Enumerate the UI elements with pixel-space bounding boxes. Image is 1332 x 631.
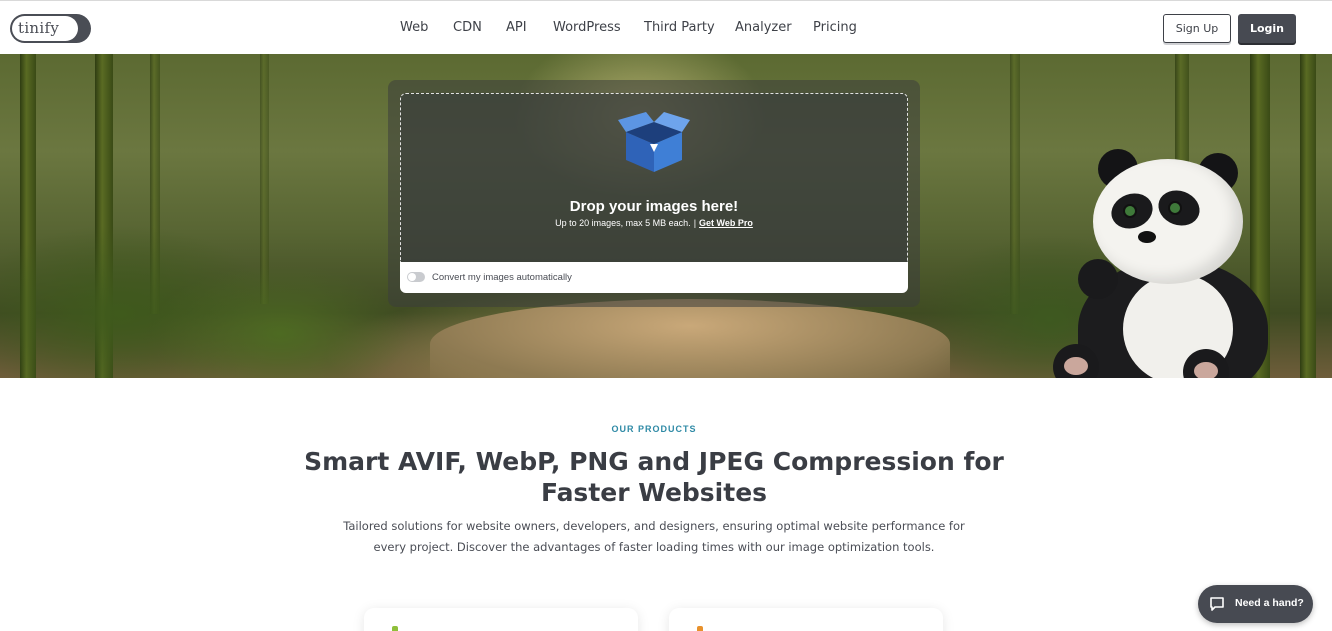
dropzone-footer: Convert my images automatically [400,262,908,293]
nav-third-party[interactable]: Third Party [644,20,715,35]
product-card[interactable] [364,608,638,631]
need-a-hand-label: Need a hand? [1235,597,1304,609]
nav-web[interactable]: Web [400,20,428,35]
main-nav: Web CDN API WordPress Third Party Analyz… [0,1,1332,55]
section-title: Smart AVIF, WebP, PNG and JPEG Compressi… [304,447,1004,507]
nav-wordpress[interactable]: WordPress [553,20,621,35]
need-a-hand-button[interactable]: Need a hand? [1198,585,1313,623]
site-header: tinify Web CDN API WordPress Third Party… [0,0,1332,54]
dropzone-subtitle: Up to 20 images, max 5 MB each. | Get Web … [400,218,908,228]
auto-convert-toggle[interactable] [407,272,425,282]
product-card[interactable] [669,608,943,631]
section-description: Tailored solutions for website owners, d… [343,519,965,554]
product-icon [697,626,703,631]
nav-analyzer[interactable]: Analyzer [735,20,792,35]
dropzone-title: Drop your images here! [569,198,739,215]
bamboo-stalk [1300,54,1316,378]
signup-button[interactable]: Sign Up [1163,14,1231,43]
product-icon [392,626,398,631]
nav-cdn[interactable]: CDN [453,20,482,35]
toggle-knob [408,273,416,281]
nav-pricing[interactable]: Pricing [813,20,857,35]
panda-illustration [1048,149,1278,378]
login-button[interactable]: Login [1238,14,1296,43]
forest-path [430,299,950,378]
dropzone-limits: Up to 20 images, max 5 MB each. [555,218,691,228]
get-web-pro-link[interactable]: Get Web Pro [699,218,753,228]
dropzone-separator: | [693,218,697,228]
section-eyebrow: OUR PRODUCTS [611,424,697,434]
chat-bubble-icon [1210,597,1224,611]
nav-api[interactable]: API [506,20,527,35]
auto-convert-label: Convert my images automatically [432,272,572,283]
box-icon [618,112,690,172]
